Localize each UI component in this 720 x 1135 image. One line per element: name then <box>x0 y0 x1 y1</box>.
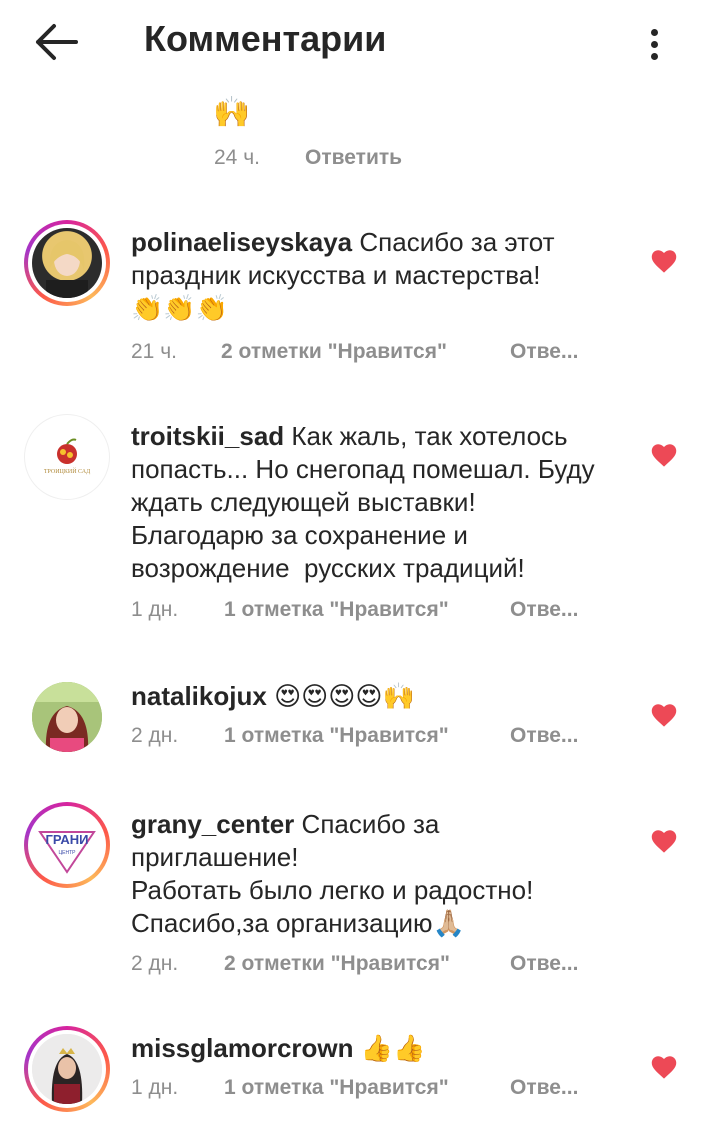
heart-icon[interactable] <box>650 702 678 728</box>
reply-button[interactable]: Отве... <box>510 598 578 622</box>
avatar[interactable]: ГРАНИ ЦЕНТР <box>24 802 110 888</box>
likes-count[interactable]: 1 отметка "Нравится" <box>224 598 449 622</box>
svg-text:ТРОИЦКИЙ САД: ТРОИЦКИЙ САД <box>44 467 90 475</box>
heart-icon[interactable] <box>650 828 678 854</box>
comment-time: 1 дн. <box>131 1076 179 1099</box>
avatar[interactable] <box>24 674 110 760</box>
likes-count[interactable]: 2 отметки "Нравится" <box>221 340 447 364</box>
comment-time: 21 ч. <box>131 340 177 363</box>
avatar[interactable] <box>24 220 110 306</box>
comment-text: missglamorcrown 👍👍 <box>131 1033 426 1063</box>
comment-text: polinaeliseyskaya Спасибо за этот праздн… <box>131 227 555 323</box>
username-link[interactable]: grany_center <box>131 809 294 839</box>
username-link[interactable]: troitskii_sad <box>131 421 284 451</box>
comment-text: natalikojux 😍😍😍😍🙌 <box>131 681 415 711</box>
reply-button[interactable]: Отве... <box>510 1076 578 1100</box>
comment-text: grany_center Спасибо за приглашение! Раб… <box>131 809 534 938</box>
svg-text:ЦЕНТР: ЦЕНТР <box>58 850 76 856</box>
likes-count[interactable]: 1 отметка "Нравится" <box>224 1076 449 1100</box>
reply-button[interactable]: Отве... <box>510 340 578 364</box>
emoji: 🙌 <box>213 95 251 130</box>
page-title: Комментарии <box>144 18 387 59</box>
previous-reply-text: 🙌 <box>213 96 250 130</box>
username-link[interactable]: natalikojux <box>131 681 267 711</box>
comment-text: troitskii_sad Как жаль, так хотелось поп… <box>131 421 602 583</box>
comment-time: 2 дн. <box>131 724 179 747</box>
back-button[interactable] <box>30 20 82 64</box>
more-options-icon[interactable] <box>640 22 670 66</box>
avatar[interactable]: ТРОИЦКИЙ САД <box>24 414 110 500</box>
reply-button[interactable]: Ответить <box>305 146 402 170</box>
likes-count[interactable]: 2 отметки "Нравится" <box>224 952 450 976</box>
troitskii-sad-logo: ТРОИЦКИЙ САД <box>44 438 90 475</box>
reply-button[interactable]: Отве... <box>510 724 578 748</box>
grany-center-logo: ГРАНИ ЦЕНТР <box>38 831 96 874</box>
comment-time: 1 дн. <box>131 598 179 621</box>
avatar[interactable] <box>24 1026 110 1112</box>
avatar-photo <box>32 1034 102 1104</box>
avatar-photo <box>32 682 102 752</box>
comment-time: 2 дн. <box>131 952 179 975</box>
top-bar: Комментарии <box>0 0 720 84</box>
likes-count[interactable]: 1 отметка "Нравится" <box>224 724 449 748</box>
username-link[interactable]: polinaeliseyskaya <box>131 227 352 257</box>
reply-time: 24 ч. <box>214 146 260 169</box>
avatar-photo <box>46 240 88 298</box>
arrow-left-icon <box>36 24 78 60</box>
svg-text:ГРАНИ: ГРАНИ <box>45 832 88 847</box>
heart-icon[interactable] <box>650 248 678 274</box>
heart-icon[interactable] <box>650 1054 678 1080</box>
username-link[interactable]: missglamorcrown <box>131 1033 354 1063</box>
heart-icon[interactable] <box>650 442 678 468</box>
reply-button[interactable]: Отве... <box>510 952 578 976</box>
